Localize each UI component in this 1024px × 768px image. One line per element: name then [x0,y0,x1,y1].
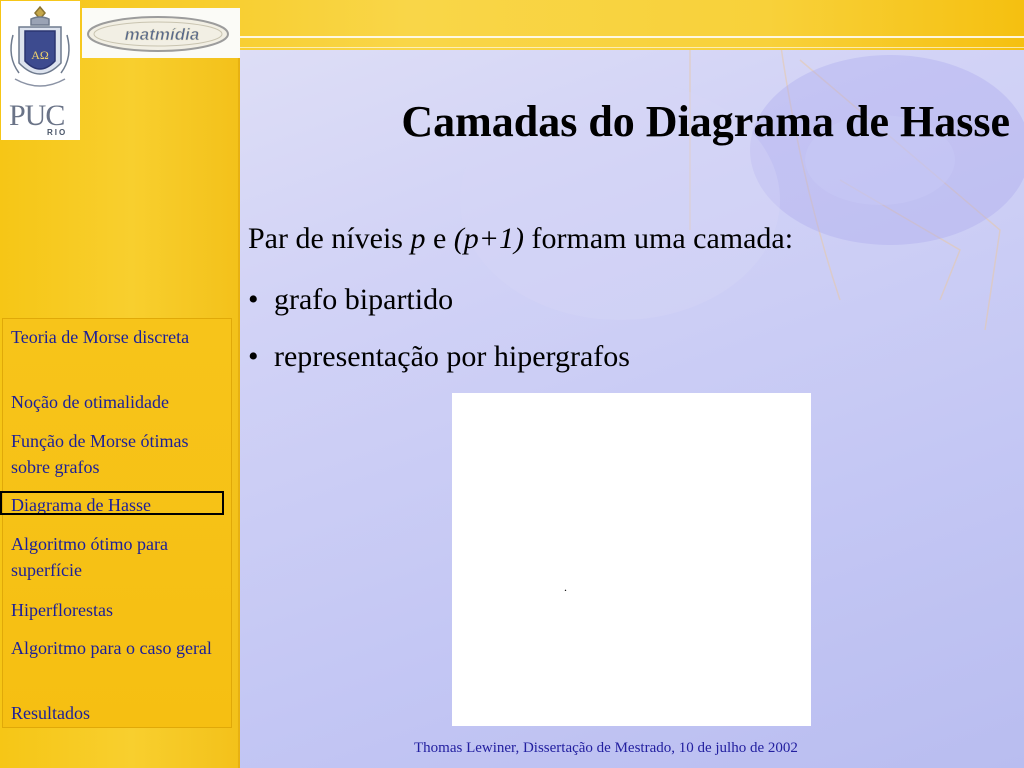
bullet-item: • representação por hipergrafos [248,340,630,374]
section-nav: Teoria de Morse discreta Noção de otimal… [2,318,232,728]
intro-text-c: formam uma camada: [524,222,794,255]
nav-item-algoritmo-superficie[interactable]: Algoritmo ótimo para superfície [11,531,225,583]
nav-item-nocao-de-otimalidade[interactable]: Noção de otimalidade [11,389,225,415]
puc-crest-icon: ΑΩ [10,5,70,87]
slide: ΑΩ PUC RIO matmídia Camadas do Diagrama … [0,0,1024,768]
matmidia-logo-text: matmídia [125,25,200,44]
top-divider-line-thin [240,47,1024,48]
matmidia-logo: matmídia [82,8,240,58]
slide-title: Camadas do Diagrama de Hasse [401,97,1010,146]
nav-item-algoritmo-caso-geral[interactable]: Algoritmo para o caso geral [11,635,225,661]
bullet-item: • grafo bipartido [248,283,453,317]
footer-citation: Thomas Lewiner, Dissertação de Mestrado,… [414,740,798,756]
bullet-text: grafo bipartido [274,283,454,316]
nav-item-resultados[interactable]: Resultados [11,700,225,726]
figure-mark: . [564,580,567,594]
intro-var-p: p [410,222,426,255]
bullet-icon: • [248,283,259,316]
nav-item-hiperflorestas[interactable]: Hiperflorestas [11,597,225,623]
nav-item-teoria-de-morse[interactable]: Teoria de Morse discreta [11,324,225,350]
bullet-icon: • [248,340,259,373]
body-intro-line: Par de níveis p e (p+1) formam uma camad… [248,222,793,256]
bullet-text: representação por hipergrafos [274,340,630,373]
intro-text-b: e [425,222,454,255]
intro-text-a: Par de níveis [248,222,411,255]
matmidia-logo-graphic: matmídia [87,16,229,52]
top-divider-line [240,36,1024,38]
nav-current-highlight [0,491,224,515]
rio-logo-text: RIO [47,128,68,137]
sidebar-edge [238,0,240,768]
figure-panel [452,393,811,726]
puc-rio-logo: ΑΩ PUC RIO [1,1,80,140]
intro-var-p1: (p+1) [453,222,525,255]
nav-item-funcao-de-morse[interactable]: Função de Morse ótimas sobre grafos [11,428,225,480]
svg-text:ΑΩ: ΑΩ [31,48,49,62]
